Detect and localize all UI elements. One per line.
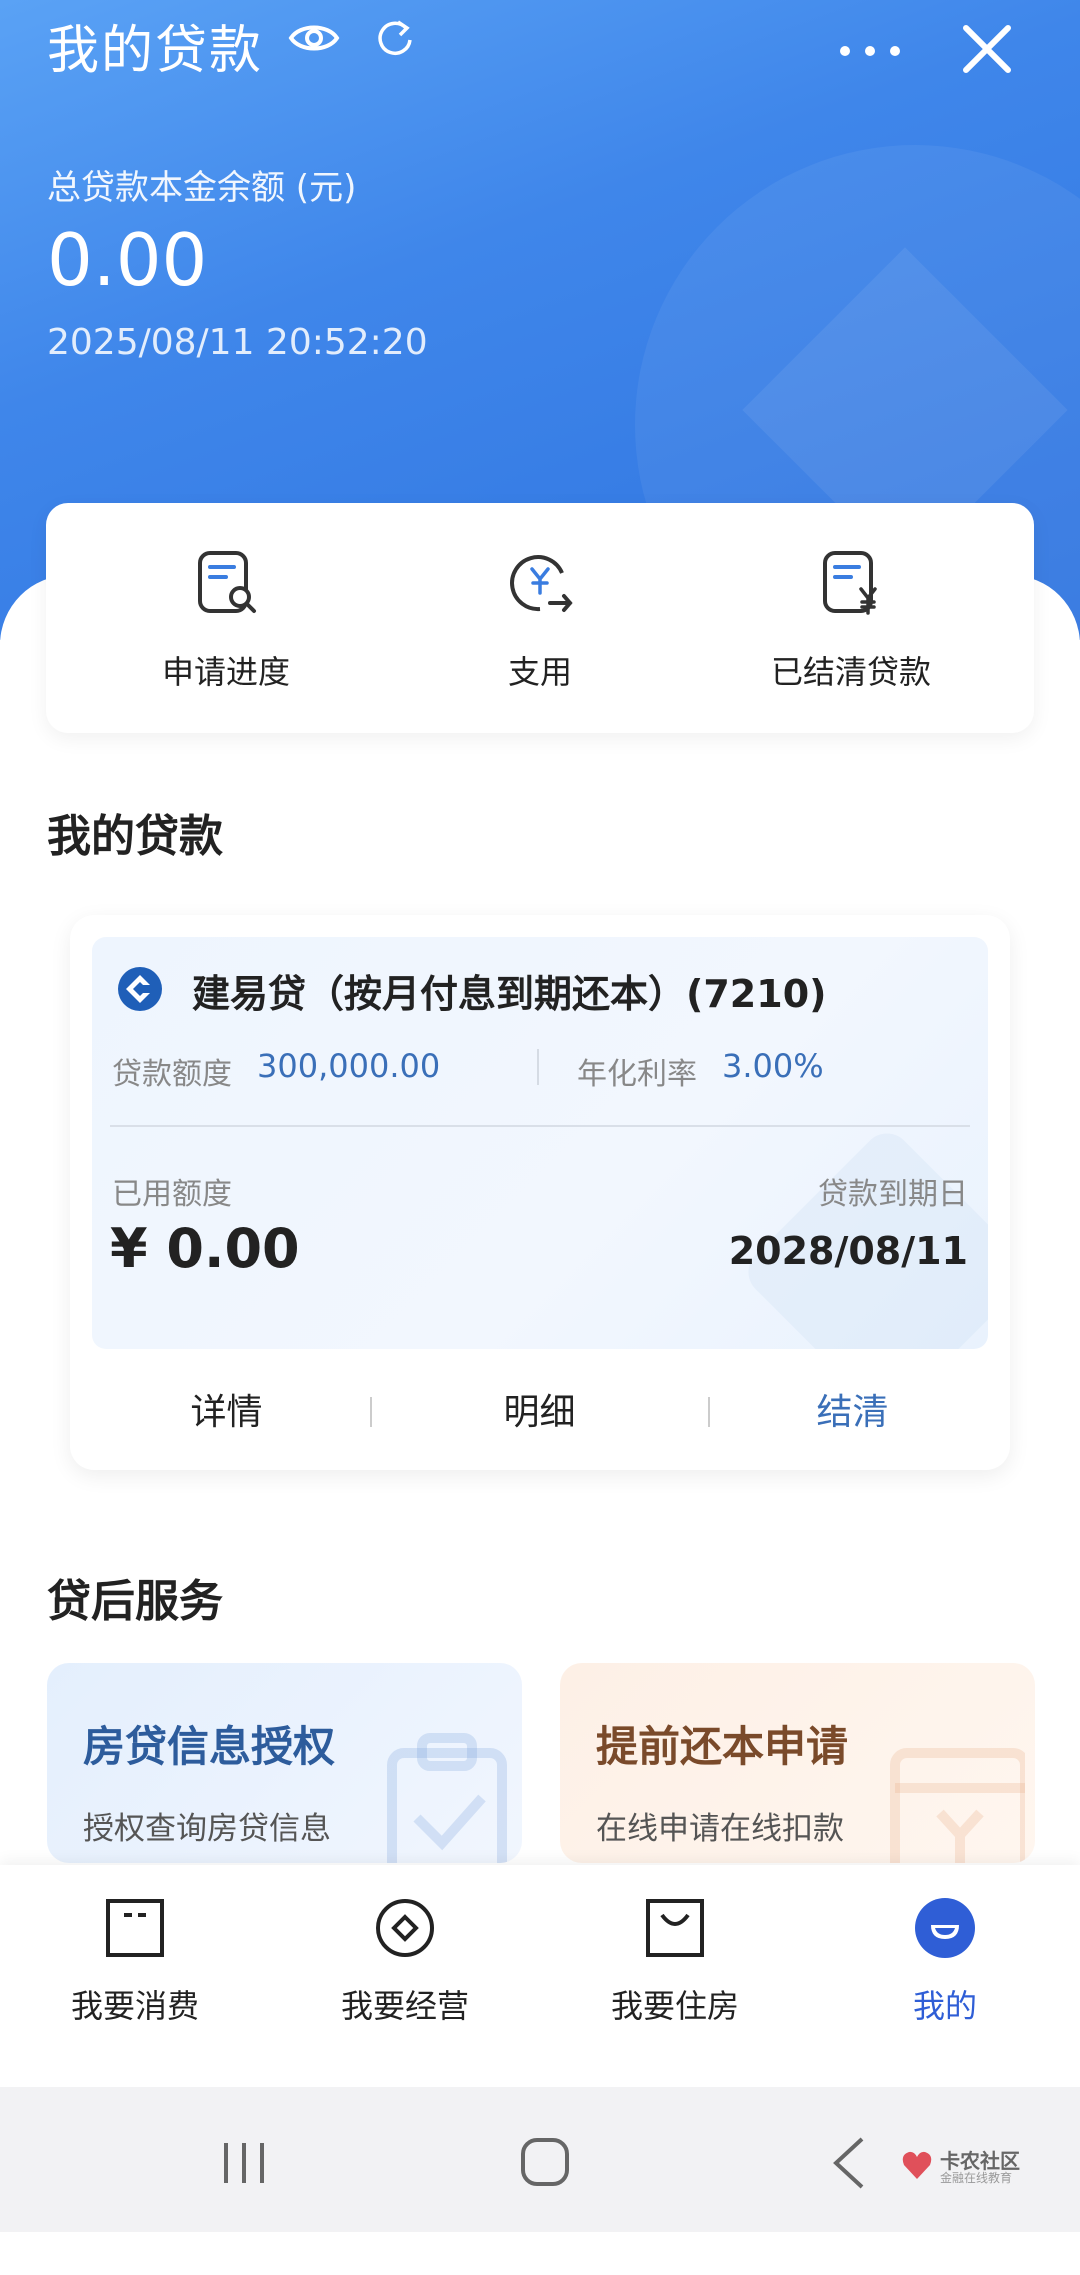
early-repayment-desc: 在线申请在线扣款	[596, 1811, 844, 1847]
nav-business-label: 我要经营	[340, 1987, 469, 2025]
eye-icon[interactable]	[288, 14, 340, 62]
divider	[370, 1397, 372, 1427]
recent-apps-icon[interactable]	[220, 2139, 270, 2187]
apply-progress-button[interactable]: 申请进度	[76, 543, 376, 693]
due-date-label: 贷款到期日	[818, 1177, 968, 1212]
nav-consumption[interactable]: 我要消费	[0, 1895, 270, 2027]
wallet-icon	[106, 1899, 164, 1957]
refresh-icon[interactable]	[372, 14, 416, 62]
back-icon[interactable]	[828, 2135, 868, 2191]
used-amount-label: 已用额度	[112, 1177, 232, 1212]
rate-value: 3.00%	[722, 1047, 824, 1085]
title-bar: 我的贷款	[0, 0, 1080, 90]
rate-label: 年化利率	[577, 1057, 697, 1092]
nav-profile[interactable]: 我的	[810, 1895, 1080, 2027]
after-loan-service-title: 贷后服务	[47, 1576, 223, 1627]
apply-progress-label: 申请进度	[161, 653, 290, 691]
settled-loans-label: 已结清贷款	[770, 653, 931, 691]
drawdown-button[interactable]: 支用	[390, 543, 690, 693]
document-search-icon	[198, 551, 256, 613]
loan-name: 建易贷（按月付息到期还本）(7210)	[192, 972, 827, 1016]
system-navigation-bar: 卡农社区 金融在线教育	[0, 2087, 1080, 2232]
document-yuan-icon	[823, 551, 877, 615]
yuan-transfer-icon	[510, 555, 573, 612]
early-repayment-card[interactable]: 提前还本申请 在线申请在线扣款	[560, 1663, 1035, 1863]
bottom-navigation: 我要消费 我要经营 我要住房 我的	[0, 1865, 1080, 2087]
mortgage-info-auth-card[interactable]: 房贷信息授权 授权查询房贷信息	[47, 1663, 522, 1863]
balance-value: 0.00	[47, 218, 208, 302]
quota-label: 贷款额度	[112, 1057, 232, 1092]
loan-summary: 建易贷（按月付息到期还本）(7210) 贷款额度 300,000.00 年化利率…	[92, 937, 988, 1349]
home-icon[interactable]	[520, 2135, 570, 2189]
nav-consumption-label: 我要消费	[70, 1987, 199, 2025]
quick-actions-card: 申请进度 支用 已结清贷款	[46, 503, 1034, 733]
balance-timestamp: 2025/08/11 20:52:20	[47, 322, 428, 363]
nav-profile-label: 我的	[912, 1987, 977, 2025]
calendar-yuan-icon	[890, 1748, 1025, 1863]
divider	[537, 1049, 539, 1085]
watermark-subtext: 金融在线教育	[940, 2171, 1013, 2185]
watermark: 卡农社区 金融在线教育	[900, 2145, 1020, 2185]
nav-housing-label: 我要住房	[610, 1987, 739, 2025]
mortgage-info-auth-desc: 授权查询房贷信息	[83, 1811, 331, 1847]
more-icon[interactable]	[835, 26, 905, 76]
due-date-value: 2028/08/11	[728, 1229, 968, 1273]
early-repayment-title: 提前还本申请	[596, 1722, 849, 1771]
quota-value: 300,000.00	[257, 1047, 441, 1085]
loan-card[interactable]: 建易贷（按月付息到期还本）(7210) 贷款额度 300,000.00 年化利率…	[70, 915, 1010, 1470]
drawdown-label: 支用	[507, 653, 572, 691]
my-loans-title: 我的贷款	[47, 811, 223, 862]
page-title: 我的贷款	[47, 21, 264, 81]
balance-label: 总贷款本金余额 (元)	[47, 168, 357, 208]
bag-icon	[646, 1899, 704, 1957]
divider	[110, 1125, 970, 1127]
settled-loans-button[interactable]: 已结清贷款	[701, 543, 1001, 693]
bank-logo-icon	[118, 967, 162, 1011]
loan-settle-button[interactable]: 结清	[696, 1383, 1009, 1435]
used-amount-value: ¥ 0.00	[110, 1217, 300, 1280]
close-icon[interactable]	[960, 22, 1014, 76]
loan-details-button[interactable]: 详情	[70, 1383, 383, 1435]
coin-icon	[376, 1899, 434, 1957]
loan-actions: 详情 明细 结清	[70, 1355, 1010, 1465]
loan-statement-button[interactable]: 明细	[383, 1383, 696, 1435]
nav-housing[interactable]: 我要住房	[540, 1895, 810, 2027]
profile-icon	[915, 1898, 975, 1958]
watermark-logo-icon	[902, 2151, 932, 2179]
mortgage-info-auth-title: 房贷信息授权	[83, 1722, 336, 1771]
nav-business[interactable]: 我要经营	[270, 1895, 540, 2027]
clipboard-check-icon	[387, 1733, 507, 1863]
